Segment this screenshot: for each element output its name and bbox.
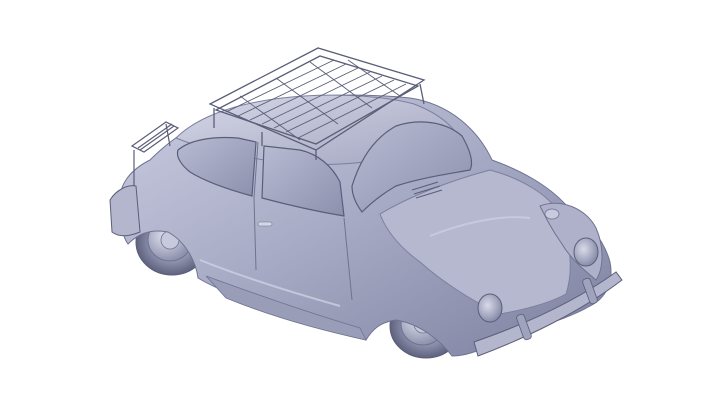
3d-model-viewport[interactable] xyxy=(0,0,720,405)
turn-signal xyxy=(544,208,560,220)
door-handle xyxy=(257,221,273,227)
rear-bumper xyxy=(109,185,141,237)
model-render xyxy=(109,47,623,359)
headlamp-left xyxy=(477,293,503,323)
headlamp-right xyxy=(573,237,599,267)
